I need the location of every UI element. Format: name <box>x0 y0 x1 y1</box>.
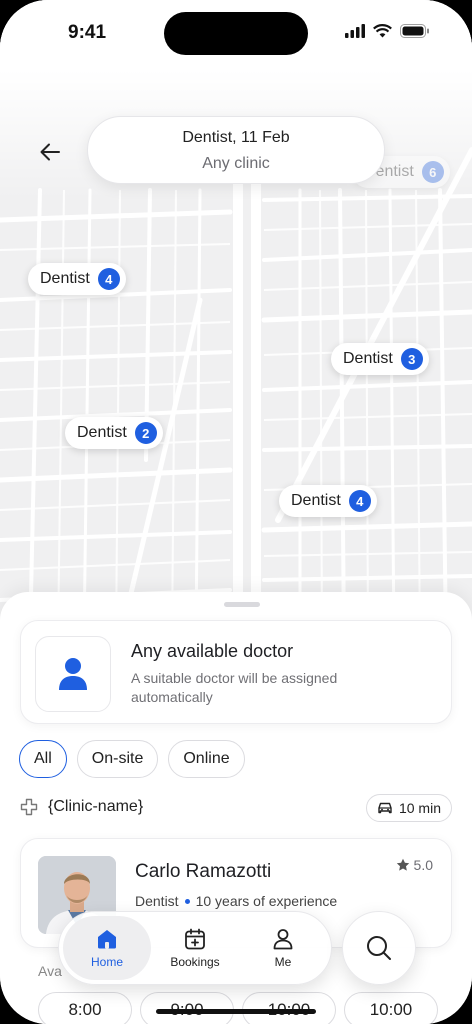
status-bar: 9:41 <box>0 0 472 70</box>
travel-time: 10 min <box>398 800 441 816</box>
back-button[interactable] <box>32 134 68 170</box>
nav-bookings-label: Bookings <box>170 955 220 969</box>
doctor-meta: Dentist 10 years of experience <box>135 893 337 909</box>
nav-me[interactable]: Me <box>239 916 327 980</box>
map-pin[interactable]: Dentist 4 <box>279 485 377 517</box>
map-pin-count: 3 <box>400 348 423 370</box>
home-icon <box>98 930 116 949</box>
doctor-specialty: Dentist <box>135 893 179 909</box>
availability-label: Ava <box>38 963 62 979</box>
separator-dot <box>184 898 190 904</box>
battery-icon <box>400 24 429 38</box>
map-pin-count: 4 <box>348 490 371 512</box>
map-pin-count: 4 <box>97 268 120 290</box>
nav-home-label: Home <box>90 955 123 969</box>
map-pin-count: 6 <box>421 161 444 183</box>
map-pin-label: Dentist <box>77 424 127 441</box>
nav-bookings[interactable]: Bookings <box>151 916 239 980</box>
time-slot[interactable]: 9:00 <box>140 992 234 1024</box>
bottom-nav: Home Bookings Me <box>58 911 332 985</box>
status-time: 9:41 <box>68 22 107 43</box>
search-button[interactable] <box>342 911 416 985</box>
nav-me-label: Me <box>274 955 292 969</box>
filter-on-site[interactable]: On-site <box>76 740 159 778</box>
sheet-drag-handle[interactable] <box>224 602 260 607</box>
map-pin-label: Dentist <box>343 350 393 367</box>
doctor-rating: 5.0 <box>396 857 433 873</box>
clinic-header: {Clinic-name} 10 min <box>20 794 452 822</box>
any-doctor-title: Any available doctor <box>131 641 294 661</box>
any-doctor-card[interactable]: Any available doctor A suitable doctor w… <box>20 620 452 724</box>
doctor-rating-value: 5.0 <box>413 857 433 873</box>
star-icon <box>396 858 409 871</box>
medical-cross-icon <box>20 798 38 816</box>
time-slot[interactable]: 8:00 <box>38 992 132 1024</box>
filter-all[interactable]: All <box>19 740 67 778</box>
dynamic-island <box>164 12 308 55</box>
time-slots: 8:00 9:00 10:00 10:00 <box>38 992 438 1024</box>
search-summary-title: Dentist, 11 Feb <box>182 129 290 146</box>
any-doctor-subtitle: A suitable doctor will be assigned autom… <box>131 670 338 705</box>
any-doctor-avatar <box>35 636 111 712</box>
search-summary-clinic: Any clinic <box>202 155 270 172</box>
phone-screen: Dentist 6 Dentist 4 Dentist 3 Dentist 2 … <box>0 0 472 1024</box>
calendar-plus-icon <box>185 928 205 950</box>
map-pin[interactable]: Dentist 3 <box>331 343 429 375</box>
wifi-icon <box>373 24 392 38</box>
clinic-name: {Clinic-name} <box>48 798 144 815</box>
time-slot[interactable]: 10:00 <box>242 992 336 1024</box>
travel-time-badge: 10 min <box>365 794 452 822</box>
home-indicator[interactable] <box>156 1009 316 1014</box>
doctor-experience: 10 years of experience <box>195 893 338 909</box>
status-icons <box>345 24 430 38</box>
map-pin[interactable]: Dentist 4 <box>28 263 126 295</box>
signal-icon <box>345 24 365 38</box>
map-pin-label: Dentist <box>291 492 341 509</box>
nav-home[interactable]: Home <box>63 916 151 980</box>
map[interactable]: Dentist 6 Dentist 4 Dentist 3 Dentist 2 … <box>0 0 472 640</box>
car-icon <box>378 802 392 814</box>
filter-online[interactable]: Online <box>168 740 245 778</box>
search-icon <box>367 936 391 960</box>
doctor-name: Carlo Ramazotti <box>135 861 272 882</box>
search-summary[interactable]: Dentist, 11 Feb Any clinic <box>87 116 385 184</box>
map-pin-label: Dentist <box>40 270 90 287</box>
map-pin-count: 2 <box>134 422 157 444</box>
person-icon <box>273 929 293 950</box>
filter-chips: All On-site Online <box>19 740 245 778</box>
person-icon <box>59 658 87 690</box>
time-slot[interactable]: 10:00 <box>344 992 438 1024</box>
arrow-left-icon <box>40 143 60 161</box>
map-pin[interactable]: Dentist 2 <box>65 417 163 449</box>
